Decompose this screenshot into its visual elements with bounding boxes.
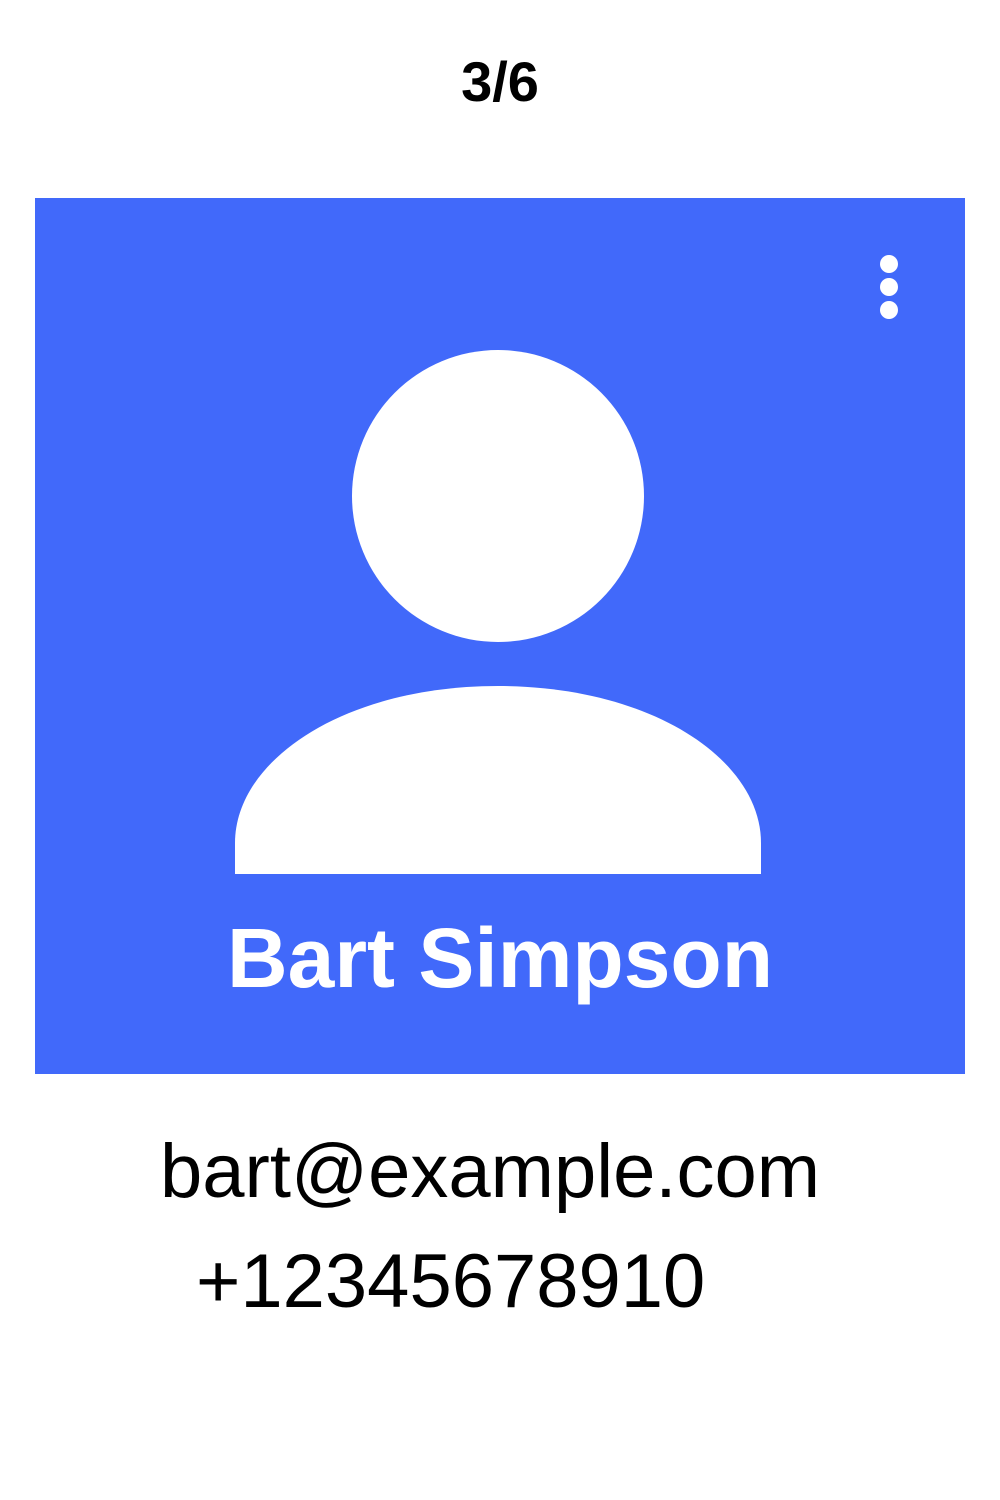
more-options-button[interactable] [869,248,909,332]
contact-email[interactable]: bart@example.com [160,1128,820,1216]
page-indicator: 3/6 [461,50,539,113]
person-avatar-icon [235,350,761,874]
more-vertical-icon [880,255,898,319]
contact-card: Bart Simpson [35,198,965,1074]
contact-name: Bart Simpson [226,911,774,1005]
contact-phone[interactable]: +12345678910 [196,1238,705,1326]
